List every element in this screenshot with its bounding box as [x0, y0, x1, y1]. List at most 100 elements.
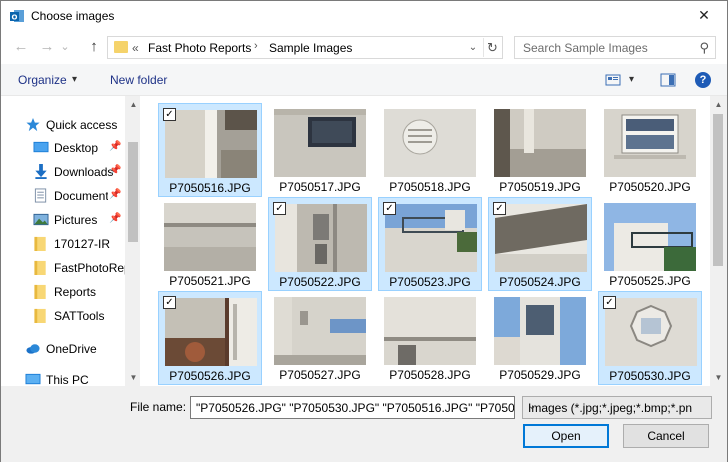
sidebar-item-label: SATTools — [54, 309, 105, 323]
breadcrumb-separator-icon[interactable]: › — [254, 40, 258, 52]
sidebar-item-onedrive[interactable]: OneDrive — [1, 338, 117, 360]
search-icon[interactable]: ⚲ — [699, 40, 709, 56]
sidebar-item-170127-ir[interactable]: 170127-IR — [1, 233, 125, 255]
scroll-up-arrow-icon[interactable]: ▲ — [710, 96, 727, 113]
photo-thumbnail — [274, 109, 366, 177]
file-tile[interactable]: P7050528.JPG — [378, 291, 482, 385]
cancel-button[interactable]: Cancel — [623, 424, 709, 448]
sidebar-item-quick-access[interactable]: Quick access — [1, 114, 117, 136]
file-tile[interactable]: ✓ P7050516.JPG — [158, 103, 262, 197]
file-name-value: "P7050526.JPG" "P7050530.JPG" "P7050516.… — [196, 401, 515, 415]
selection-checkbox[interactable]: ✓ — [163, 296, 176, 309]
file-name-label: P7050524.JPG — [499, 275, 581, 289]
preview-pane-icon[interactable] — [660, 72, 676, 88]
file-tile[interactable]: P7050518.JPG — [378, 103, 482, 197]
folder-icon — [34, 236, 46, 251]
breadcrumb-sample-images[interactable]: Sample Images — [269, 41, 352, 55]
file-tile[interactable]: ✓ P7050522.JPG — [268, 197, 372, 291]
file-tile[interactable]: ✓ P7050524.JPG — [488, 197, 592, 291]
computer-icon — [25, 373, 41, 385]
search-box[interactable]: Search Sample Images ⚲ — [514, 36, 716, 59]
selection-checkbox[interactable]: ✓ — [163, 108, 176, 121]
photo-thumbnail — [385, 204, 477, 272]
address-overflow-icon[interactable]: « — [132, 41, 139, 55]
file-name-label: File name: — [130, 400, 187, 414]
file-tile[interactable]: P7050520.JPG — [598, 103, 702, 197]
sidebar-item-pictures[interactable]: Pictures 📌 — [1, 209, 125, 231]
scroll-down-arrow-icon[interactable]: ▼ — [710, 369, 727, 386]
file-dialog-footer: File name: "P7050526.JPG" "P7050530.JPG"… — [1, 386, 727, 462]
file-tile[interactable]: ✓ P7050523.JPG — [378, 197, 482, 291]
sidebar-item-label: FastPhotoReports — [54, 261, 125, 275]
photo-thumbnail — [275, 204, 367, 272]
file-tile[interactable]: P7050527.JPG — [268, 291, 372, 385]
file-tile[interactable]: P7050519.JPG — [488, 103, 592, 197]
back-arrow-icon[interactable]: ← — [11, 38, 31, 56]
file-tile[interactable]: P7050529.JPG — [488, 291, 592, 385]
cloud-icon — [26, 344, 40, 354]
file-name-label: P7050523.JPG — [389, 275, 471, 289]
file-name-label: P7050522.JPG — [279, 275, 361, 289]
scrollbar-thumb[interactable] — [128, 142, 138, 242]
organize-button[interactable]: Organize — [18, 73, 67, 87]
selection-checkbox[interactable]: ✓ — [493, 202, 506, 215]
breadcrumb-fast-photo-reports[interactable]: Fast Photo Reports — [148, 41, 251, 55]
svg-text:O: O — [12, 14, 18, 22]
sidebar-item-this-pc[interactable]: This PC — [1, 369, 117, 386]
desktop-icon — [33, 141, 49, 153]
scrollbar-thumb[interactable] — [713, 114, 723, 266]
file-name-label: P7050525.JPG — [609, 274, 691, 288]
open-button[interactable]: Open — [523, 424, 609, 448]
navigation-bar: ← → ⌄ ↑ « Fast Photo Reports › Sample Im… — [1, 30, 727, 64]
pin-icon: 📌 — [109, 141, 122, 152]
file-name-label: P7050526.JPG — [169, 369, 251, 383]
refresh-icon[interactable]: ↻ — [483, 38, 501, 57]
photo-thumbnail — [274, 297, 366, 365]
search-placeholder: Search Sample Images — [523, 41, 648, 55]
sidebar-item-fastphotoreports[interactable]: FastPhotoReports — [1, 257, 125, 279]
sidebar-item-label: Downloads — [54, 165, 114, 179]
change-view-icon[interactable] — [605, 72, 621, 88]
sidebar-item-documents[interactable]: Documents 📌 — [1, 185, 125, 207]
up-arrow-icon[interactable]: ↑ — [84, 38, 104, 56]
file-grid-scrollbar[interactable]: ▲ ▼ — [710, 96, 727, 386]
selection-checkbox[interactable]: ✓ — [603, 296, 616, 309]
address-dropdown-icon[interactable]: ⌄ — [464, 38, 482, 57]
scroll-up-arrow-icon[interactable]: ▲ — [125, 96, 139, 113]
folder-icon — [114, 41, 128, 53]
file-tile[interactable]: ✓ P7050530.JPG — [598, 291, 702, 385]
file-tile[interactable]: ✓ P7050526.JPG — [158, 291, 262, 385]
file-type-select[interactable]: Images (*.jpg;*.jpeg;*.bmp;*.pn ⌄ — [522, 396, 712, 419]
pin-icon: 📌 — [109, 213, 122, 224]
selection-checkbox[interactable]: ✓ — [383, 202, 396, 215]
close-button[interactable]: ✕ — [681, 1, 727, 30]
sidebar-item-downloads[interactable]: Downloads 📌 — [1, 161, 125, 183]
file-tile[interactable]: P7050521.JPG — [158, 197, 262, 291]
sidebar-item-label: Pictures — [54, 213, 98, 227]
file-name-label: P7050529.JPG — [499, 368, 581, 382]
title-bar: O Choose images ✕ — [0, 0, 728, 30]
file-name-label: P7050519.JPG — [499, 180, 581, 194]
sidebar-item-sattools[interactable]: SATTools — [1, 305, 125, 327]
file-tile[interactable]: P7050517.JPG — [268, 103, 372, 197]
file-name-input[interactable]: "P7050526.JPG" "P7050530.JPG" "P7050516.… — [190, 396, 515, 419]
photo-thumbnail — [604, 203, 696, 271]
file-tile[interactable]: P7050525.JPG — [598, 197, 702, 291]
sidebar-scrollbar[interactable]: ▲ ▼ — [125, 96, 139, 386]
sidebar-item-label: OneDrive — [46, 342, 97, 356]
sidebar-item-label: Documents — [54, 189, 108, 203]
sidebar-item-reports[interactable]: Reports — [1, 281, 125, 303]
forward-arrow-icon[interactable]: → — [37, 38, 57, 56]
sidebar-item-desktop[interactable]: Desktop 📌 — [1, 137, 125, 159]
address-bar[interactable]: « Fast Photo Reports › Sample Images ⌄ ↻ — [107, 36, 503, 59]
new-folder-button[interactable]: New folder — [110, 73, 167, 87]
organize-chevron-icon[interactable]: ▾ — [72, 74, 77, 85]
selection-checkbox[interactable]: ✓ — [273, 202, 286, 215]
view-options-chevron-icon[interactable]: ▾ — [629, 74, 634, 85]
scroll-down-arrow-icon[interactable]: ▼ — [125, 369, 139, 386]
photo-thumbnail — [605, 298, 697, 366]
folder-icon — [34, 284, 46, 299]
documents-icon — [34, 188, 47, 203]
recent-locations-chevron-icon[interactable]: ⌄ — [59, 38, 71, 56]
help-icon[interactable]: ? — [695, 72, 711, 88]
